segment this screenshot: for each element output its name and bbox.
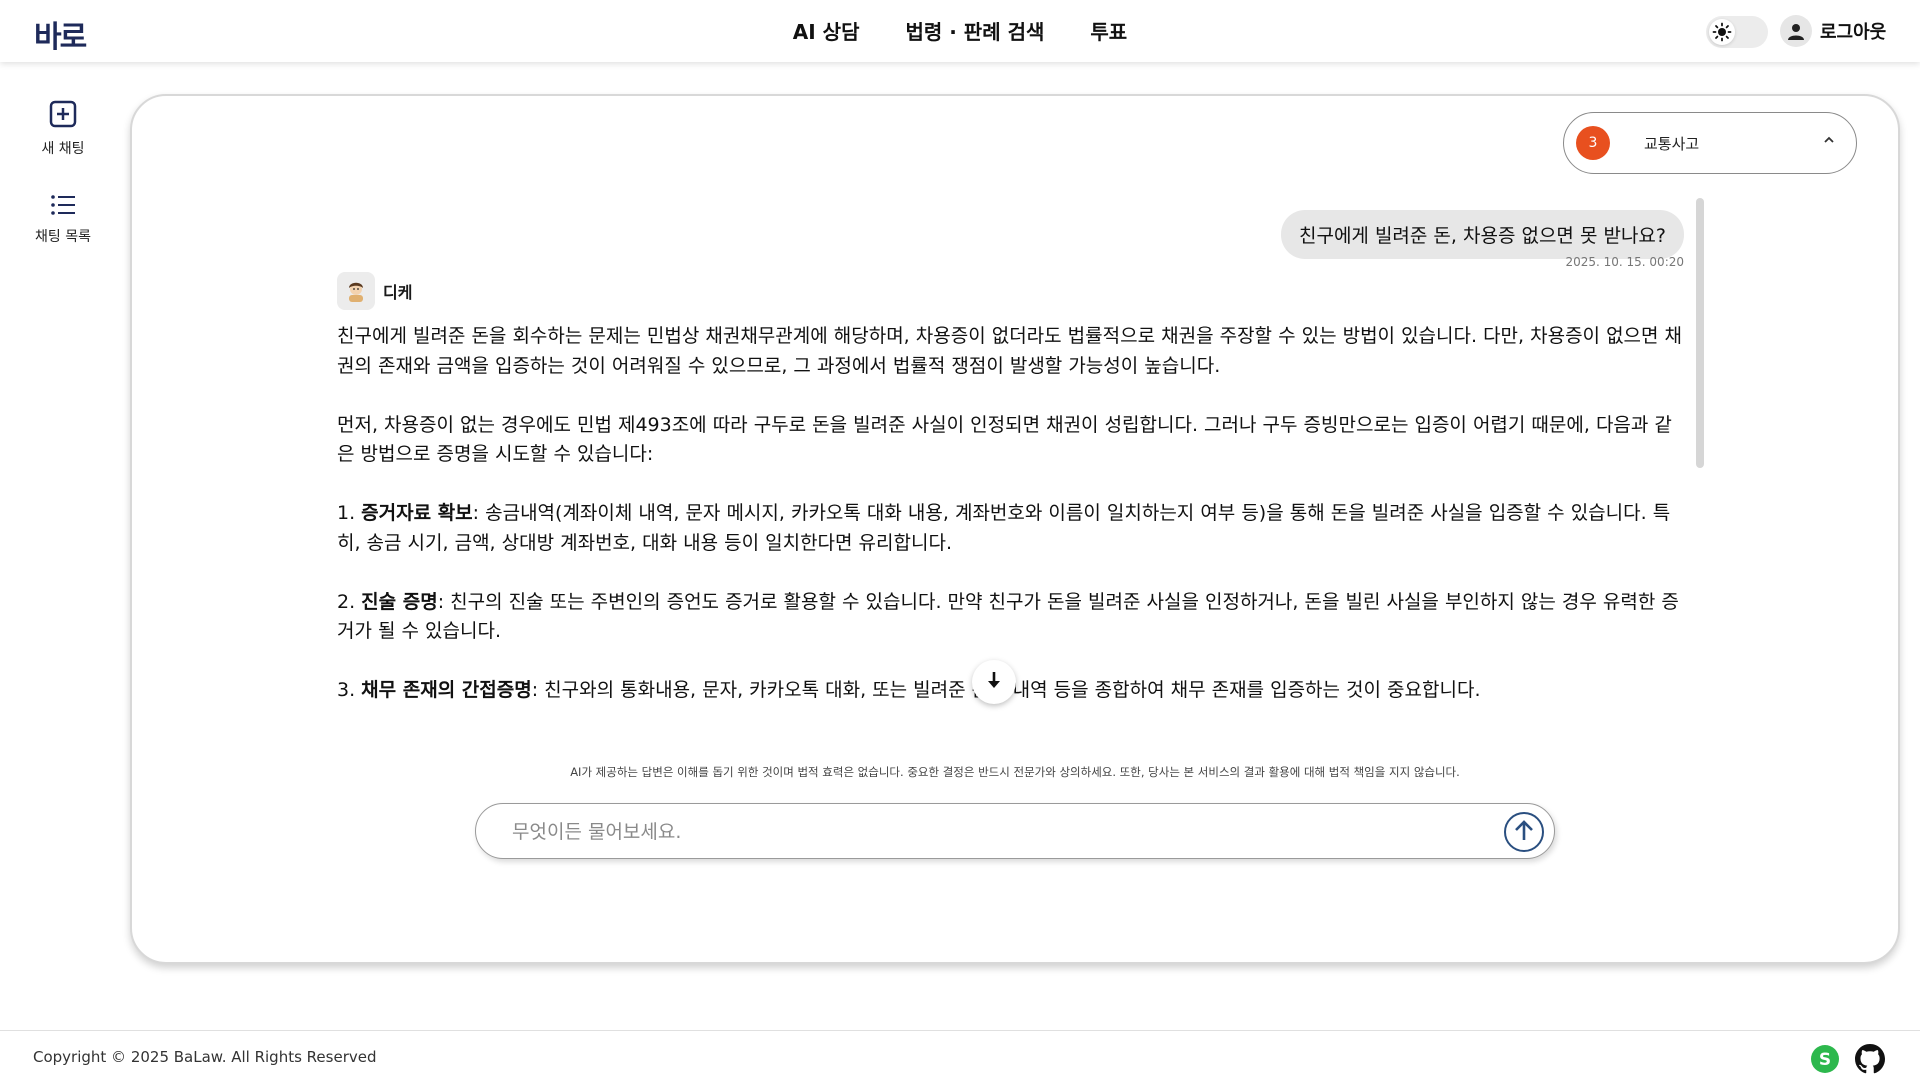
answer-list-item: 2. 진술 증명: 친구의 진술 또는 주변인의 증언도 증거로 활용할 수 있…: [337, 590, 1679, 643]
new-chat-button[interactable]: 새 채팅: [20, 100, 106, 158]
bot-avatar: [337, 272, 375, 310]
list-icon: [50, 194, 76, 220]
answer-paragraph: 먼저, 차용증이 없는 경우에도 민법 제493조에 따라 구두로 돈을 빌려준…: [337, 413, 1672, 466]
chat-list-label: 채팅 목록: [35, 229, 91, 245]
send-button[interactable]: [1504, 812, 1544, 852]
user-message-bubble: 친구에게 빌려준 돈, 차용증 없으면 못 받나요?: [1280, 210, 1684, 259]
top-header: 바로 AI 상담 법령 · 판례 검색 투표 로그아웃: [0, 0, 1920, 62]
github-icon[interactable]: [1855, 1044, 1885, 1074]
item-title: 진술 증명: [361, 590, 438, 613]
logout-button[interactable]: 로그아웃: [1780, 15, 1886, 47]
item-title: 증거자료 확보: [361, 502, 473, 524]
arrow-down-icon: [985, 670, 1003, 694]
bot-name: 디케: [383, 283, 413, 302]
footer: Copyright © 2025 BaLaw. All Rights Reser…: [0, 1030, 1920, 1080]
copyright-text: Copyright © 2025 BaLaw. All Rights Reser…: [33, 1048, 377, 1066]
logout-label: 로그아웃: [1820, 22, 1887, 43]
arrow-up-icon: [1513, 818, 1535, 846]
bot-header: 디케: [337, 272, 412, 310]
chevron-up-icon: [1822, 132, 1836, 151]
category-label: 교통사고: [1644, 134, 1700, 153]
nav-vote[interactable]: 투표: [1090, 16, 1127, 45]
answer-list-item: 1. 증거자료 확보: 송금내역(계좌이체 내역, 문자 메시지, 카카오톡 대…: [337, 502, 1671, 554]
app-logo[interactable]: 바로: [34, 12, 87, 56]
disclaimer-text: AI가 제공하는 답변은 이해를 돕기 위한 것이며 법적 효력은 없습니다. …: [570, 765, 1460, 779]
nav-ai-consult[interactable]: AI 상담: [793, 16, 860, 45]
plus-square-icon: [49, 100, 77, 132]
chat-scrollbar[interactable]: [1696, 198, 1704, 468]
svg-text:S: S: [1819, 1050, 1831, 1070]
chat-input[interactable]: [512, 816, 1452, 848]
chat-list-button[interactable]: 채팅 목록: [20, 194, 106, 246]
category-select[interactable]: 3 교통사고: [1563, 112, 1857, 174]
category-count-badge: 3: [1576, 126, 1610, 160]
s-logo-icon[interactable]: S: [1810, 1044, 1840, 1074]
user-icon: [1780, 15, 1812, 47]
chat-input-box: [475, 803, 1555, 859]
theme-toggle[interactable]: [1706, 16, 1768, 48]
user-message-time: 2025. 10. 15. 00:20: [1565, 255, 1684, 269]
scroll-down-button[interactable]: [972, 660, 1016, 704]
sun-icon: [1709, 19, 1735, 45]
main-nav: AI 상담 법령 · 판례 검색 투표: [0, 16, 1920, 45]
new-chat-label: 새 채팅: [41, 141, 85, 157]
answer-paragraph: 친구에게 빌려준 돈을 회수하는 문제는 민법상 채권채무관계에 해당하며, 차…: [337, 325, 1683, 377]
nav-law-search[interactable]: 법령 · 판례 검색: [905, 16, 1044, 45]
item-title: 채무 존재의 간접증명: [361, 679, 532, 701]
